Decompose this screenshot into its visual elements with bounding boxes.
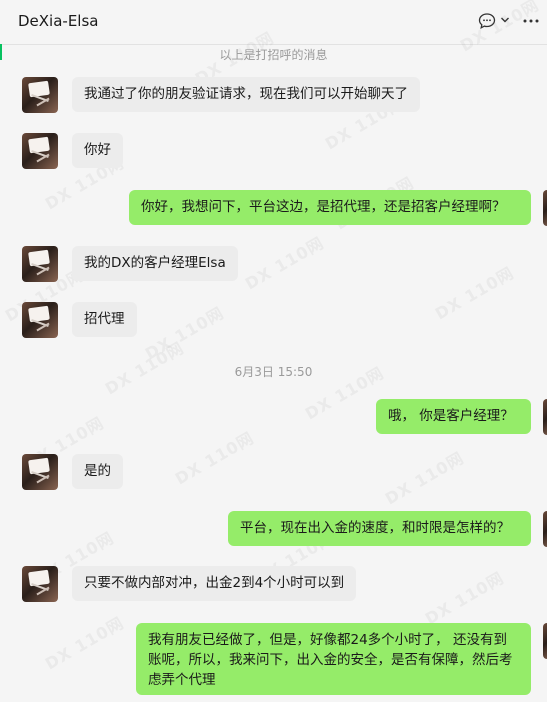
watermark: DX 110网: [421, 568, 508, 629]
chevron-down-icon[interactable]: [500, 15, 510, 25]
watermark: DX 110网: [41, 613, 128, 674]
my-avatar[interactable]: [543, 623, 547, 659]
contact-avatar[interactable]: [22, 566, 58, 602]
message-bubble-incoming[interactable]: 我通过了你的朋友验证请求，现在我们可以开始聊天了: [72, 77, 420, 112]
chat-title: DeXia-Elsa: [18, 12, 99, 30]
message-timestamp: 6月3日 15:50: [234, 365, 313, 379]
message-bubble-outgoing[interactable]: 哦， 你是客户经理？: [376, 399, 531, 434]
watermark: DX 110网: [241, 233, 328, 294]
contact-avatar[interactable]: [22, 133, 58, 169]
my-avatar[interactable]: [543, 190, 547, 226]
contact-avatar[interactable]: [22, 302, 58, 338]
message-bubble-incoming[interactable]: 你好: [72, 133, 123, 168]
greeting-notice: 以上是打招呼的消息: [219, 48, 328, 62]
message-bubble-incoming[interactable]: 我的DX的客户经理Elsa: [72, 246, 238, 281]
my-avatar[interactable]: [543, 511, 547, 547]
watermark: DX 110网: [141, 303, 228, 364]
my-avatar[interactable]: [543, 399, 547, 435]
chat-bubble-icon[interactable]: [478, 12, 496, 30]
watermark: DX 110网: [171, 428, 258, 489]
message-bubble-incoming[interactable]: 只要不做内部对冲，出金2到4个小时可以到: [72, 566, 357, 601]
watermark: DX 110网: [381, 448, 468, 509]
message-bubble-incoming[interactable]: 招代理: [72, 302, 137, 337]
message-bubble-outgoing[interactable]: 平台，现在出入金的速度，和时限是怎样的？: [228, 511, 531, 546]
more-options-icon[interactable]: [521, 12, 541, 30]
contact-avatar[interactable]: [22, 77, 58, 113]
chat-header: DeXia-Elsa: [0, 0, 547, 45]
watermark: DX 110网: [431, 263, 518, 324]
message-bubble-incoming[interactable]: 是的: [72, 454, 123, 489]
contact-avatar[interactable]: [22, 246, 58, 282]
message-bubble-outgoing[interactable]: 你好，我想问下，平台这边，是招代理，还是招客户经理啊？: [129, 190, 531, 225]
contact-avatar[interactable]: [22, 454, 58, 490]
message-bubble-outgoing[interactable]: 我有朋友已经做了，但是，好像都24多个小时了， 还没有到账呢，所以，我来问下，出…: [136, 623, 531, 695]
